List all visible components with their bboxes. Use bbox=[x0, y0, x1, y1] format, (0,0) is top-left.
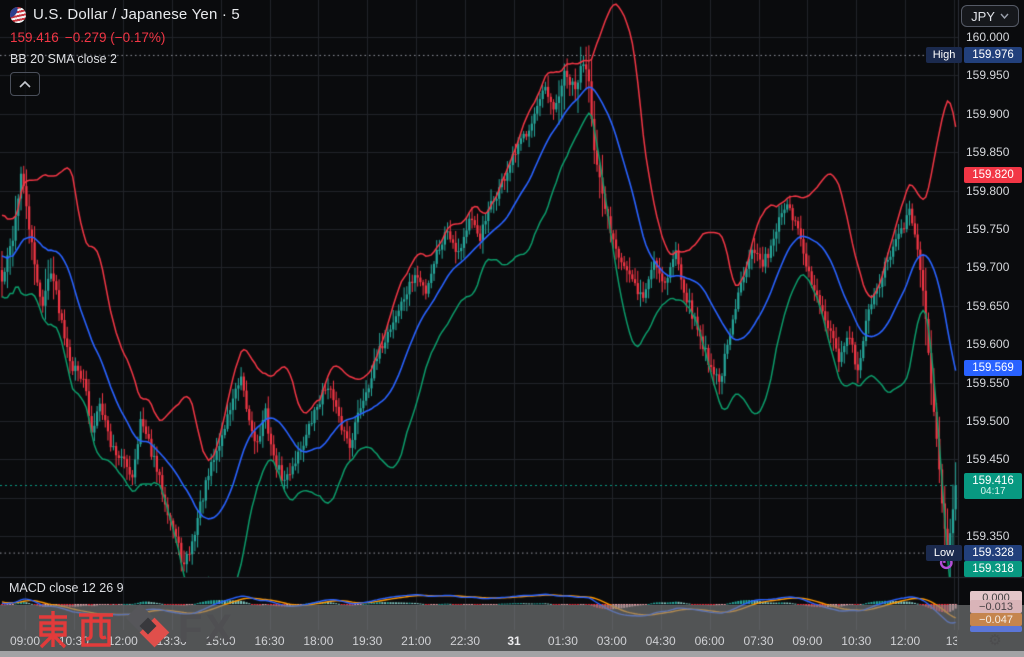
last-price-badge: 159.416 04:17 bbox=[964, 473, 1022, 499]
low-label-badge: Low bbox=[926, 545, 962, 561]
time-tick-label: 18:00 bbox=[303, 634, 333, 648]
currency-selector[interactable]: JPY bbox=[961, 5, 1019, 27]
price-tick-label: 159.800 bbox=[958, 184, 1024, 198]
price-tick-label: 159.650 bbox=[958, 299, 1024, 313]
time-tick-label: 12:00 bbox=[890, 634, 920, 648]
price-tick-label: 159.700 bbox=[958, 260, 1024, 274]
trading-app: U.S. Dollar / Japanese Yen · 5 159.416 −0… bbox=[0, 0, 1024, 657]
time-tick-label: 21:00 bbox=[401, 634, 431, 648]
macd-hist-badge: −0.013 bbox=[970, 600, 1022, 613]
time-tick-label: 13: bbox=[946, 634, 957, 648]
price-tick-label: 159.900 bbox=[958, 107, 1024, 121]
price-tick-label: 160.000 bbox=[958, 30, 1024, 44]
chart-legend: U.S. Dollar / Japanese Yen · 5 159.416 −0… bbox=[10, 6, 240, 66]
price-tick-label: 159.550 bbox=[958, 376, 1024, 390]
diamond-logo-icon bbox=[122, 604, 172, 654]
price-change: −0.279 (−0.17%) bbox=[65, 30, 166, 45]
tozai-cjk-logo bbox=[34, 609, 116, 649]
bb-indicator-label[interactable]: BB 20 SMA close 2 bbox=[10, 52, 240, 66]
time-tick-label: 16:30 bbox=[254, 634, 284, 648]
time-tick-label: 07:30 bbox=[743, 634, 773, 648]
symbol-title-row[interactable]: U.S. Dollar / Japanese Yen · 5 bbox=[10, 6, 240, 23]
price-tick-label: 159.950 bbox=[958, 68, 1024, 82]
low-value-badge: 159.328 bbox=[964, 545, 1022, 561]
time-tick-label: 19:30 bbox=[352, 634, 382, 648]
time-tick-label: 06:00 bbox=[695, 634, 725, 648]
macd-signal-badge: −0.047 bbox=[970, 613, 1022, 626]
bb-basis-badge: 159.569 bbox=[964, 360, 1022, 376]
time-tick-label: 01:30 bbox=[548, 634, 578, 648]
legend-collapse-button[interactable] bbox=[10, 72, 40, 96]
price-row: 159.416 −0.279 (−0.17%) bbox=[10, 30, 240, 45]
price-tick-label: 159.450 bbox=[958, 452, 1024, 466]
price-tick-label: 159.600 bbox=[958, 337, 1024, 351]
chevron-down-icon bbox=[1000, 13, 1009, 19]
price-tick-label: 159.850 bbox=[958, 145, 1024, 159]
price-tick-label: 159.500 bbox=[958, 414, 1024, 428]
chart-canvas[interactable] bbox=[0, 0, 1024, 657]
high-value-badge: 159.976 bbox=[964, 47, 1022, 63]
price-tick-label: 159.350 bbox=[958, 529, 1024, 543]
axis-corner-separator bbox=[957, 630, 958, 651]
time-tick-label: 10:30 bbox=[841, 634, 871, 648]
gear-icon[interactable]: ⚙ bbox=[975, 630, 1015, 651]
macd-indicator-label[interactable]: MACD close 12 26 9 bbox=[9, 581, 124, 595]
bb-upper-badge: 159.820 bbox=[964, 167, 1022, 183]
bar-countdown: 04:17 bbox=[980, 487, 1005, 498]
broker-watermark: 東西 FX bbox=[34, 604, 235, 654]
price-tick-label: 159.750 bbox=[958, 222, 1024, 236]
us-flag-icon bbox=[9, 5, 28, 24]
time-tick-label: 04:30 bbox=[646, 634, 676, 648]
bb-lower-badge: 159.318 bbox=[964, 561, 1022, 577]
watermark-fx-text: FX bbox=[178, 609, 235, 649]
time-tick-label: 09:00 bbox=[792, 634, 822, 648]
time-tick-label: 22:30 bbox=[450, 634, 480, 648]
chevron-up-icon bbox=[19, 81, 31, 88]
time-tick-label: 03:00 bbox=[597, 634, 627, 648]
time-tick-label: 31 bbox=[507, 634, 520, 648]
currency-label: JPY bbox=[971, 9, 995, 24]
symbol-title[interactable]: U.S. Dollar / Japanese Yen · 5 bbox=[33, 6, 240, 23]
last-price: 159.416 bbox=[10, 30, 59, 45]
last-price-value: 159.416 bbox=[972, 475, 1014, 487]
high-label-badge: High bbox=[926, 47, 962, 63]
